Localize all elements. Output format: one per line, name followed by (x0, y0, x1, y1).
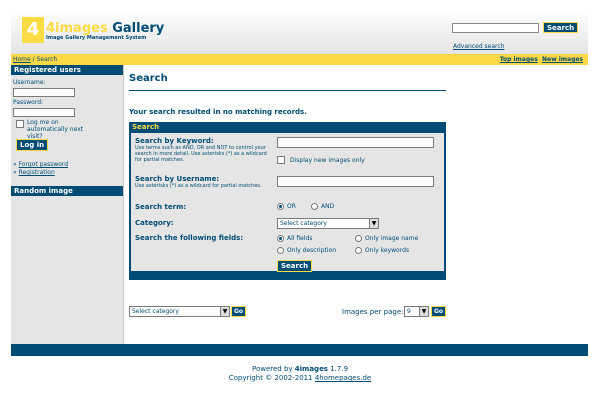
per-page-value: 9 (407, 308, 411, 315)
breadcrumb-home[interactable]: Home (13, 56, 31, 63)
term-and-label: AND (321, 203, 335, 210)
footer-credits: Powered by 4images 1.7.9 Copyright © 200… (0, 365, 600, 383)
category-label: Category: (135, 219, 174, 227)
search-form: Search by Keyword: Use terms such as AND… (131, 133, 444, 272)
password-label: Password: (13, 99, 44, 106)
new-images-only-checkbox[interactable] (277, 156, 285, 164)
top-images-link[interactable]: Top images (500, 56, 538, 63)
username-search-hint: Use asterisks (*) as a wildcard for part… (135, 183, 262, 189)
username-search-input[interactable] (277, 176, 434, 187)
username-search-label: Search by Username: (135, 175, 220, 183)
new-images-only-option[interactable]: Display new images only (277, 156, 365, 164)
search-term-label: Search term: (135, 203, 187, 211)
username-label: Username: (13, 79, 46, 86)
login-button[interactable]: Log in (16, 139, 49, 151)
forgot-password-link[interactable]: Forgot password (19, 161, 69, 168)
navbar: Home / Search Top images New images (11, 54, 588, 65)
term-or-label: OR (287, 203, 296, 210)
breadcrumb: Home / Search (13, 54, 57, 65)
fields-label: Search the following fields: (135, 234, 244, 242)
powered-version: 1.7.9 (327, 365, 349, 373)
per-page-go-button[interactable]: Go (431, 306, 447, 317)
fields-name-option[interactable]: Only image name (355, 235, 418, 242)
fields-name-label: Only image name (365, 235, 419, 242)
no-results-message: Your search resulted in no matching reco… (129, 108, 307, 116)
fields-all-label: All fields (287, 235, 313, 242)
keyword-hint: Use terms such as AND, OR and NOT to con… (135, 145, 267, 163)
keyword-label: Search by Keyword: (135, 137, 214, 145)
breadcrumb-current: Search (36, 56, 58, 63)
page-title: Search (129, 73, 168, 84)
copyright-prefix: Copyright © 2002-2011 (228, 374, 315, 382)
per-page-select[interactable]: 9 ▼ (404, 306, 429, 317)
bottom-category-select[interactable]: Select category ▼ (129, 306, 230, 317)
logo-name-b: Gallery (112, 20, 165, 36)
password-input[interactable] (13, 108, 75, 117)
quick-links: Top images New images (500, 54, 583, 65)
fields-description-option[interactable]: Only description (277, 247, 336, 254)
remember-me[interactable]: Log me on automatically next visit? (16, 119, 116, 140)
top-search-button[interactable]: Search (543, 22, 579, 33)
fields-keywords-option[interactable]: Only keywords (355, 247, 409, 254)
top-search: Search (452, 22, 579, 33)
fields-all-option[interactable]: All fields (277, 235, 312, 242)
category-go-button[interactable]: Go (231, 306, 247, 317)
random-image-heading: Random image (11, 186, 123, 196)
fields-description-radio[interactable] (277, 247, 284, 254)
new-images-link[interactable]: New images (542, 56, 583, 63)
account-links: » Forgot password » Registration (13, 161, 69, 176)
footer-bar (11, 344, 588, 356)
header: 4 4images Gallery Image Gallery Manageme… (11, 10, 588, 54)
term-or-option[interactable]: OR (277, 203, 296, 210)
powered-by: Powered by 4images 1.7.9 (0, 365, 600, 374)
powered-name: 4images (294, 365, 328, 373)
chevron-down-icon[interactable]: ▼ (220, 307, 229, 316)
main-content: Search Your search resulted in no matchi… (124, 65, 588, 344)
keyword-input[interactable] (277, 137, 434, 148)
logo-name-a: 4images (46, 20, 108, 36)
username-input[interactable] (13, 88, 75, 97)
fields-description-label: Only description (287, 247, 337, 254)
logo[interactable]: 4 4images Gallery Image Gallery Manageme… (22, 17, 164, 43)
term-or-radio[interactable] (277, 203, 284, 210)
new-images-only-label: Display new images only (290, 156, 365, 164)
copyright: Copyright © 2002-2011 4homepages.de (0, 374, 600, 383)
page-frame: 4 4images Gallery Image Gallery Manageme… (11, 0, 588, 357)
fields-keywords-radio[interactable] (355, 247, 362, 254)
logo-name: 4images Gallery (46, 22, 164, 35)
remember-checkbox[interactable] (16, 120, 24, 128)
chevron-down-icon[interactable]: ▼ (369, 219, 378, 228)
term-and-option[interactable]: AND (311, 203, 334, 210)
fields-all-radio[interactable] (277, 235, 284, 242)
title-divider (129, 90, 446, 91)
search-panel-title: Search (132, 123, 160, 131)
fields-keywords-label: Only keywords (365, 247, 410, 254)
powered-prefix: Powered by (251, 365, 295, 373)
registered-users-heading: Registered users (11, 65, 123, 75)
search-submit-button[interactable]: Search (277, 260, 313, 272)
per-page-label: Images per page: (342, 308, 404, 316)
remember-label: Log me on automatically next visit? (27, 119, 84, 140)
term-and-radio[interactable] (311, 203, 318, 210)
registration-link[interactable]: Registration (19, 169, 55, 176)
search-panel: Search Search by Keyword: Use terms such… (129, 122, 446, 280)
top-search-input[interactable] (452, 22, 539, 33)
advanced-search-link[interactable]: Advanced search (453, 43, 504, 50)
logo-subtitle: Image Gallery Management System (46, 34, 147, 41)
sidebar: Registered users Username: Password: Log… (11, 65, 124, 344)
copyright-link[interactable]: 4homepages.de (315, 374, 371, 382)
logo-mark: 4 (22, 17, 44, 43)
bottom-category-value: Select category (132, 308, 179, 315)
fields-name-radio[interactable] (355, 235, 362, 242)
category-select-value: Select category (280, 220, 327, 227)
chevron-down-icon[interactable]: ▼ (419, 307, 428, 316)
category-select[interactable]: Select category ▼ (277, 218, 379, 229)
